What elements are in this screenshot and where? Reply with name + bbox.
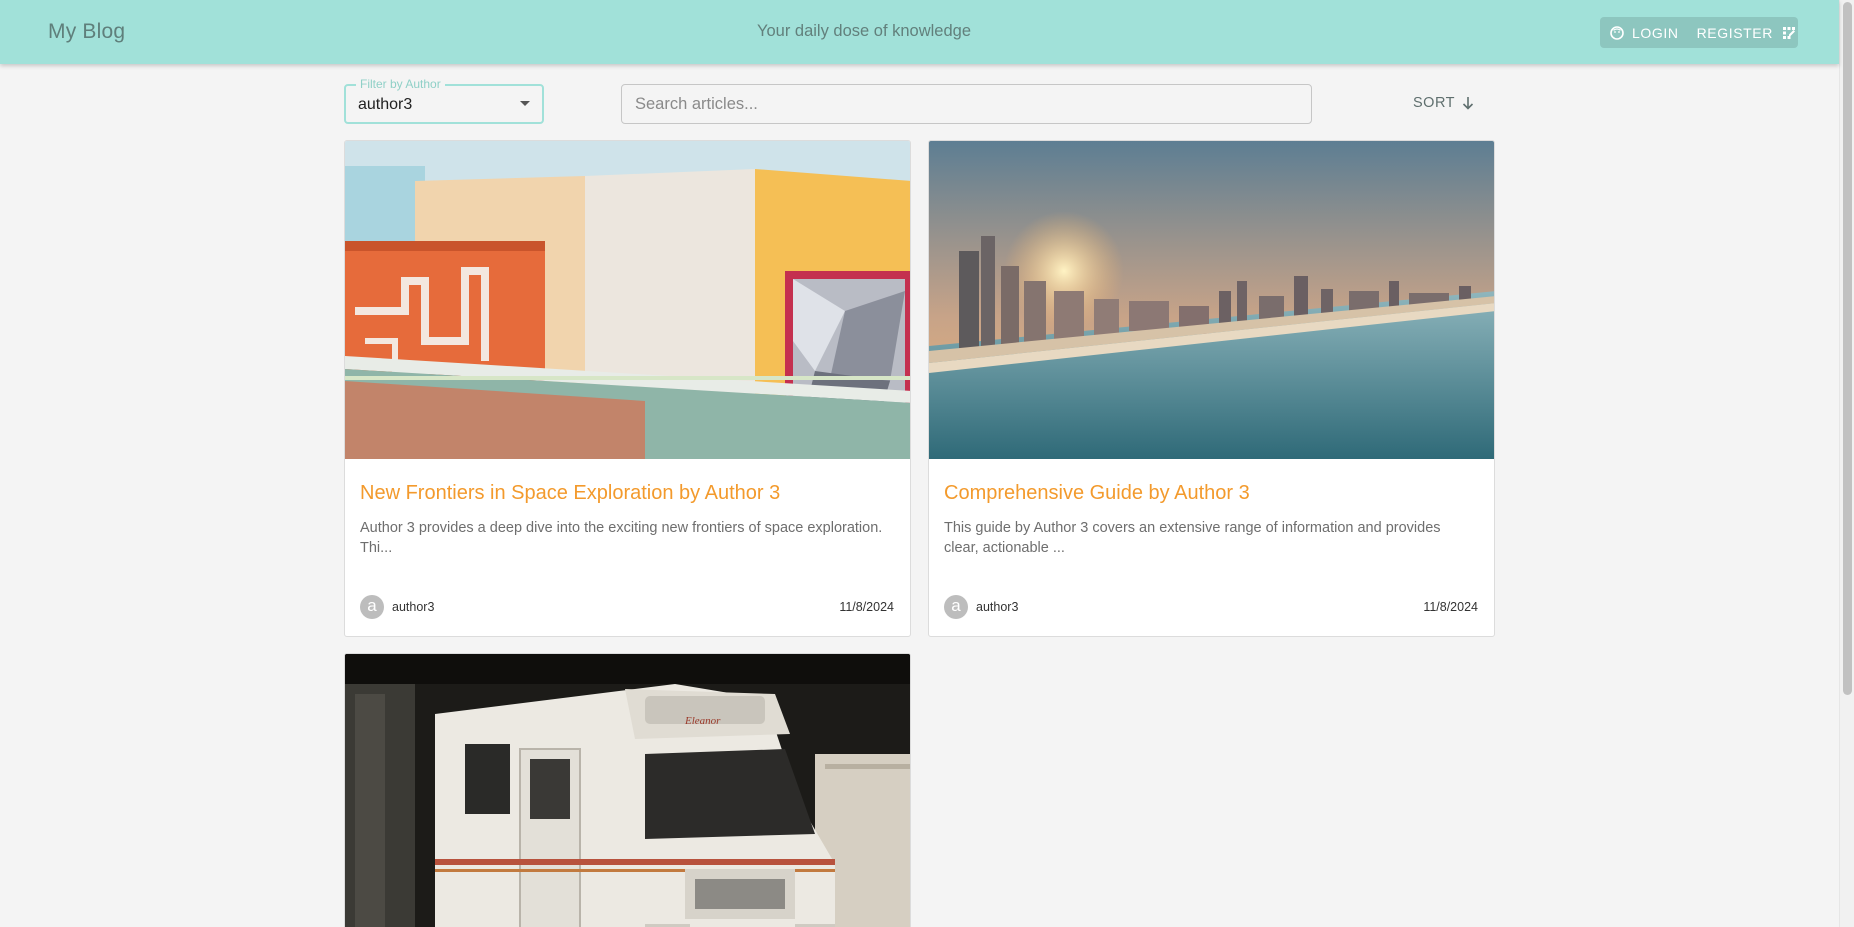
filter-selected-value: author3 <box>358 96 413 113</box>
app-header: My Blog Your daily dose of knowledge LOG… <box>0 0 1839 64</box>
coastal-city-image <box>929 141 1494 459</box>
article-title[interactable]: Comprehensive Guide by Author 3 <box>944 482 1250 505</box>
article-author: author3 <box>392 600 435 614</box>
colorful-building-image <box>345 141 910 459</box>
arrow-down-icon <box>1462 97 1474 110</box>
filter-label: Filter by Author <box>356 77 445 91</box>
sort-label: SORT <box>1413 95 1456 111</box>
article-author: author3 <box>976 600 1019 614</box>
article-card[interactable]: New Frontiers in Space Exploration by Au… <box>344 140 911 637</box>
author-avatar: a <box>944 595 968 619</box>
article-image[interactable] <box>345 141 910 459</box>
article-card[interactable]: Comprehensive Guide by Author 3 This gui… <box>928 140 1495 637</box>
search-input[interactable] <box>621 84 1312 124</box>
article-date: 11/8/2024 <box>839 600 894 614</box>
login-button[interactable]: LOGIN <box>1610 25 1679 41</box>
article-excerpt: Author 3 provides a deep dive into the e… <box>360 520 883 556</box>
register-label: REGISTER <box>1696 24 1773 41</box>
dropdown-caret-icon <box>520 101 530 106</box>
author-filter-select[interactable]: Filter by Author author3 <box>344 77 544 124</box>
author-avatar: a <box>360 595 384 619</box>
camper-van-image: Eleanor <box>345 654 910 927</box>
page-scrollbar[interactable] <box>1839 0 1854 927</box>
blog-page: My Blog Your daily dose of knowledge LOG… <box>0 0 1854 927</box>
auth-button-group: LOGIN REGISTER <box>1600 17 1798 48</box>
article-image[interactable]: Eleanor <box>345 654 910 927</box>
register-button[interactable]: REGISTER <box>1697 25 1796 41</box>
face-icon <box>1610 25 1624 40</box>
article-title[interactable]: New Frontiers in Space Exploration by Au… <box>360 482 780 505</box>
app-registration-icon <box>1782 26 1795 39</box>
article-excerpt: This guide by Author 3 covers an extensi… <box>944 520 1441 556</box>
header-tagline: Your daily dose of knowledge <box>756 22 972 40</box>
article-image[interactable] <box>929 141 1494 459</box>
article-date: 11/8/2024 <box>1423 600 1478 614</box>
sort-button[interactable]: SORT <box>1413 95 1475 111</box>
svg-text:Eleanor: Eleanor <box>684 715 721 727</box>
login-label: LOGIN <box>1632 24 1679 41</box>
article-card[interactable]: Eleanor <box>344 653 911 927</box>
scrollbar-thumb[interactable] <box>1843 2 1852 695</box>
